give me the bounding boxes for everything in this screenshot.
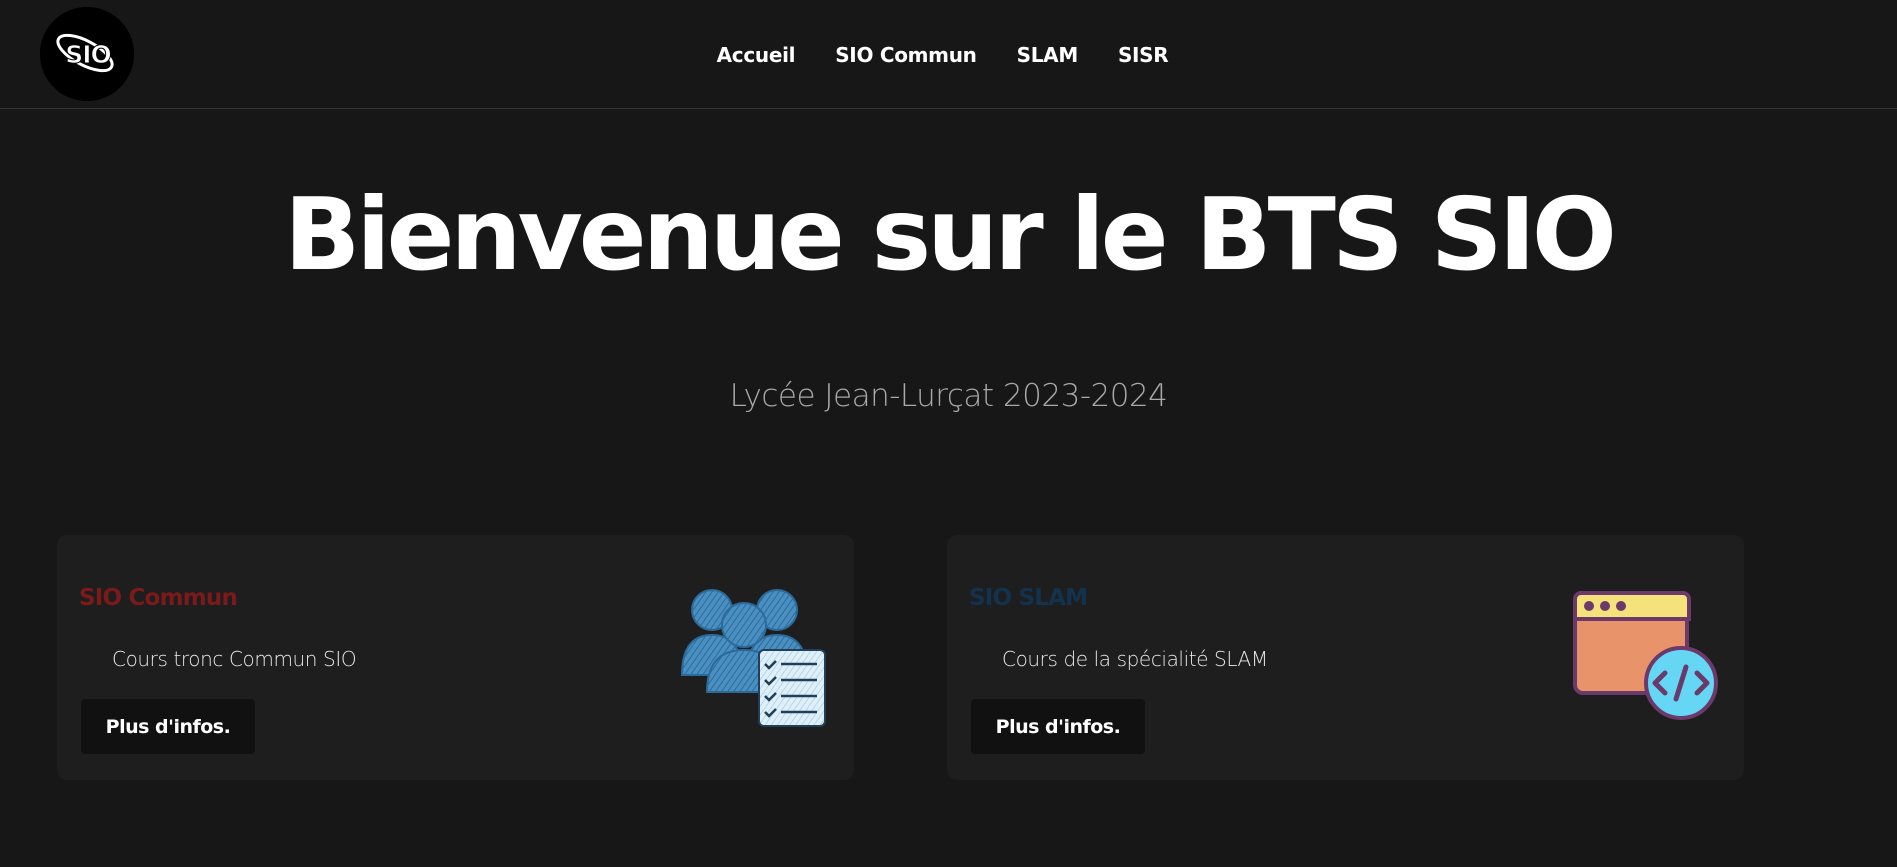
hero-subtitle: Lycée Jean-Lurçat 2023-2024 (729, 378, 1168, 414)
top-bar: SIO Accueil SIO Commun SLAM SISR (0, 0, 1897, 109)
browser-code-icon (1567, 585, 1722, 725)
nav-link-sio-commun[interactable]: SIO Commun (835, 43, 977, 67)
nav-link-sisr[interactable]: SISR (1118, 43, 1169, 67)
card-description: Cours de la spécialité SLAM (1002, 647, 1268, 671)
card-description: Cours tronc Commun SIO (112, 647, 357, 671)
people-checklist-icon (677, 580, 827, 730)
card-sio-slam: SIO SLAM Cours de la spécialité SLAM Plu… (947, 535, 1744, 780)
more-info-button[interactable]: Plus d'infos. (971, 699, 1145, 754)
card-title: SIO Commun (79, 585, 238, 611)
hero-title: Bienvenue sur le BTS SIO (284, 176, 1617, 293)
card-title: SIO SLAM (969, 585, 1088, 611)
more-info-button[interactable]: Plus d'infos. (81, 699, 255, 754)
main-nav: Accueil SIO Commun SLAM SISR (0, 0, 1897, 109)
nav-link-accueil[interactable]: Accueil (717, 43, 796, 67)
card-sio-commun: SIO Commun Cours tronc Commun SIO Plus d… (57, 535, 854, 780)
nav-link-slam[interactable]: SLAM (1017, 43, 1079, 67)
